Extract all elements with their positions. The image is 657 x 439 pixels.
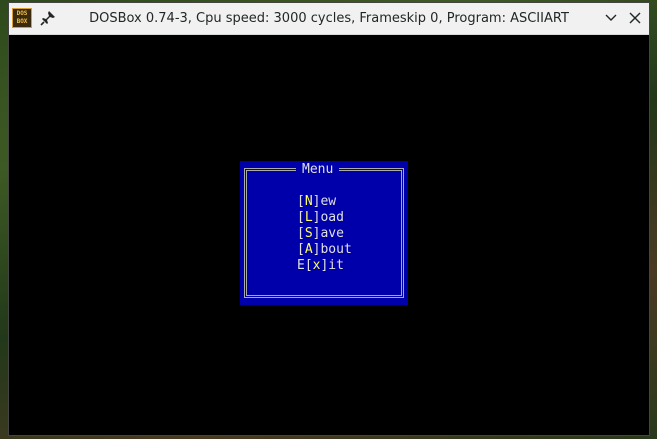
menu-item-about[interactable]: [A]bout xyxy=(297,242,352,258)
dosbox-logo-icon[interactable]: DOS BOX xyxy=(12,8,32,28)
menu-item-new[interactable]: [N]ew xyxy=(297,194,352,210)
close-icon[interactable] xyxy=(627,10,643,26)
menu-item-exit[interactable]: E[x]it xyxy=(297,258,352,274)
hotkey: S xyxy=(304,226,313,241)
menu-item-save[interactable]: [S]ave xyxy=(297,226,352,242)
chevron-down-icon[interactable] xyxy=(603,10,619,26)
pin-icon[interactable] xyxy=(40,10,56,26)
menu-title: Menu xyxy=(296,162,340,178)
menu-dialog: Menu [N]ew [L]oad [S]ave [A]bout E[x]it xyxy=(240,161,408,305)
menu-item-load[interactable]: [L]oad xyxy=(297,210,352,226)
dosbox-window: DOS BOX DOSBox 0.74-3, Cpu speed: 3000 c… xyxy=(9,3,649,435)
hotkey: N xyxy=(304,194,313,209)
title-bar[interactable]: DOS BOX DOSBox 0.74-3, Cpu speed: 3000 c… xyxy=(9,3,649,35)
menu-items: [N]ew [L]oad [S]ave [A]bout E[x]it xyxy=(297,194,352,274)
dos-screen[interactable]: Menu [N]ew [L]oad [S]ave [A]bout E[x]it xyxy=(9,35,649,435)
window-title: DOSBox 0.74-3, Cpu speed: 3000 cycles, F… xyxy=(89,11,569,26)
hotkey: A xyxy=(304,242,313,257)
hotkey: L xyxy=(304,210,313,225)
